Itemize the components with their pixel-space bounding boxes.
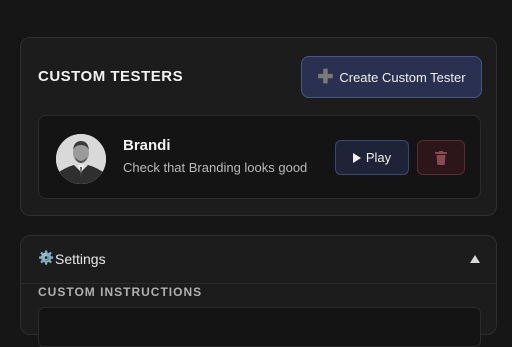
trash-icon	[435, 150, 447, 165]
play-icon	[352, 152, 361, 163]
settings-panel: ⚙️ Settings CUSTOM INSTRUCTIONS	[20, 235, 497, 347]
custom-testers-title: CUSTOM TESTERS	[38, 68, 184, 85]
play-button-label: Play	[365, 150, 392, 165]
delete-tester-button[interactable]	[417, 140, 465, 175]
chevron-up-icon[interactable]	[470, 255, 480, 263]
tester-name: Brandi	[123, 137, 171, 154]
settings-label: Settings	[55, 251, 106, 267]
play-button[interactable]: Play	[335, 140, 409, 175]
custom-instructions-input[interactable]	[38, 307, 481, 347]
plus-icon: ✚	[317, 66, 334, 88]
create-custom-tester-button[interactable]: ✚ Create Custom Tester	[301, 56, 482, 98]
settings-toggle[interactable]: ⚙️ Settings	[21, 236, 496, 283]
custom-testers-panel: CUSTOM TESTERS ✚ Create Custom Tester Br…	[20, 37, 497, 216]
create-custom-tester-label: Create Custom Tester	[339, 69, 466, 85]
custom-instructions-label: CUSTOM INSTRUCTIONS	[38, 285, 203, 299]
tester-card: Brandi Check that Branding looks good Pl…	[38, 115, 481, 199]
tester-description: Check that Branding looks good	[123, 160, 308, 175]
avatar	[56, 134, 106, 184]
gear-icon: ⚙️	[38, 250, 55, 265]
settings-divider	[21, 283, 496, 284]
